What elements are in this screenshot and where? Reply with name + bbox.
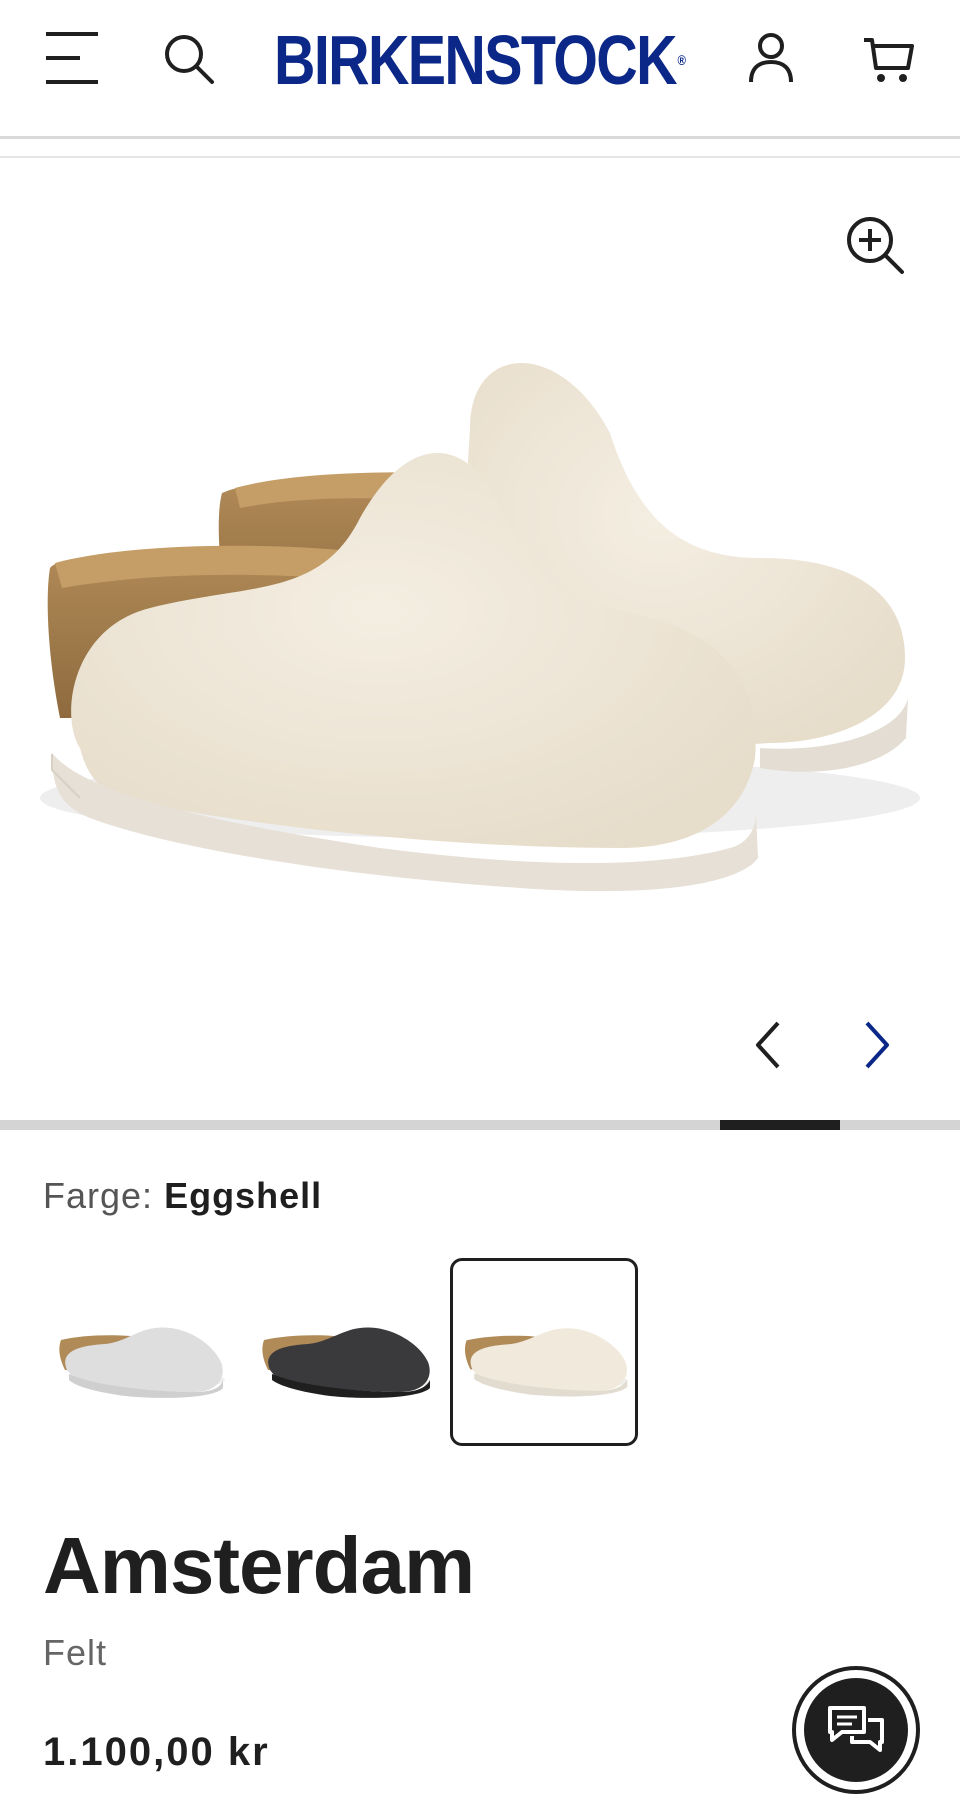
zoom-in-icon[interactable] — [840, 212, 910, 282]
color-swatch-light-gray[interactable] — [45, 1258, 233, 1446]
color-label: Farge: Eggshell — [43, 1175, 323, 1216]
product-material: Felt — [43, 1632, 108, 1673]
cart-icon[interactable] — [862, 34, 918, 86]
product-title: Amsterdam — [43, 1521, 475, 1610]
color-swatch-eggshell[interactable] — [450, 1258, 638, 1446]
gallery-progress-indicator — [720, 1120, 840, 1130]
chevron-right-icon[interactable] — [845, 1015, 905, 1075]
site-header: BIRKENSTOCK ® — [0, 0, 960, 136]
chat-bubbles-icon — [828, 1706, 884, 1752]
chat-button[interactable] — [792, 1666, 920, 1794]
search-icon[interactable] — [160, 30, 220, 90]
menu-icon[interactable] — [40, 28, 104, 88]
brand-logo[interactable]: BIRKENSTOCK ® — [274, 20, 686, 100]
color-swatch-anthracite[interactable] — [250, 1258, 438, 1446]
product-image[interactable] — [0, 158, 960, 1123]
chevron-left-icon[interactable] — [740, 1015, 800, 1075]
product-gallery[interactable] — [0, 158, 960, 1123]
header-divider — [0, 136, 960, 139]
product-price: 1.100,00 kr — [43, 1730, 270, 1774]
selected-color-name: Eggshell — [164, 1175, 323, 1216]
account-icon[interactable] — [745, 30, 797, 86]
